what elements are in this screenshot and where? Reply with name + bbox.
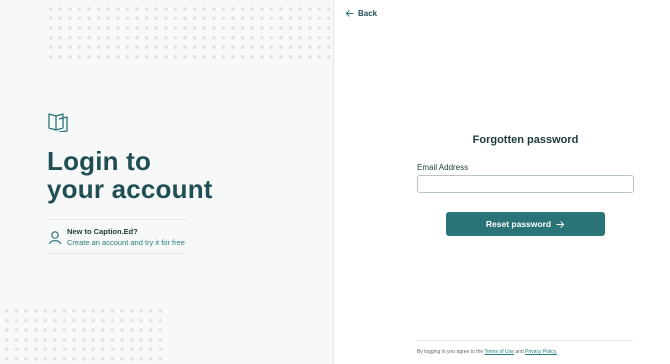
footer-prefix: By logging in you agree to the <box>417 349 484 355</box>
reset-password-label: Reset password <box>485 219 552 229</box>
heading-line-1: Login to <box>47 146 152 176</box>
heading-line-2: your account <box>47 174 213 204</box>
footer-divider <box>417 340 634 341</box>
terms-of-use-link[interactable]: Terms of Use <box>484 349 513 355</box>
form-title: Forgotten password <box>472 134 579 146</box>
page-heading: Login to your account <box>47 147 213 203</box>
footer-legal: By logging in you agree to the Terms of … <box>417 349 557 355</box>
footer-and: and <box>515 349 524 355</box>
user-icon <box>48 231 62 244</box>
back-label: Back <box>358 9 378 18</box>
dot-pattern-bottom <box>2 306 164 364</box>
book-logo-icon <box>48 113 68 132</box>
back-button[interactable]: Back <box>345 9 377 18</box>
dot-pattern-top <box>46 4 330 60</box>
email-field[interactable] <box>417 175 634 193</box>
email-label: Email Address <box>417 163 469 172</box>
branding-panel: Login to your account New to Caption.Ed?… <box>0 0 334 364</box>
reset-password-button[interactable]: Reset password <box>446 212 605 236</box>
arrow-left-icon <box>345 10 354 17</box>
arrow-right-icon <box>556 220 565 228</box>
privacy-policy-link[interactable]: Privacy Policy. <box>525 349 557 355</box>
signup-title: New to Caption.Ed? <box>67 227 138 236</box>
signup-prompt: New to Caption.Ed? Create an account and… <box>47 219 187 254</box>
create-account-link[interactable]: Create an account and try it for free <box>67 238 185 247</box>
